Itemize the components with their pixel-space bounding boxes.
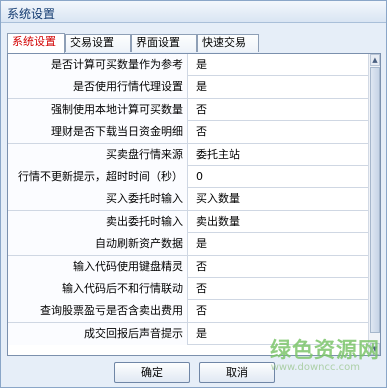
tab-label: 快速交易 — [202, 36, 246, 49]
title-bar[interactable]: 系统设置 — [1, 1, 386, 23]
setting-label: 买入委托时输入 — [8, 188, 188, 211]
setting-label: 自动刷新资产数据 — [8, 233, 188, 256]
setting-label: 是否使用行情代理设置 — [8, 76, 188, 99]
setting-row: 自动刷新资产数据是 — [8, 233, 370, 256]
setting-row: 输入代码后不和行情联动否 — [8, 277, 370, 301]
setting-row: 行情不更新提示，超时时间（秒） 0 — [8, 165, 370, 189]
setting-value[interactable]: 是 — [189, 323, 370, 345]
setting-value[interactable]: 0 — [189, 166, 370, 188]
setting-row: 买入委托时输入 买入数量 — [8, 188, 370, 211]
setting-label: 查询股票盈亏是否含卖出费用 — [8, 300, 188, 323]
window-title: 系统设置 — [7, 7, 56, 21]
settings-grid: 是否计算可买数量作为参考是 是否使用行情代理设置是 强制使用本地计算可买数量否 … — [8, 54, 370, 346]
setting-row: 查询股票盈亏是否含卖出费用否 — [8, 300, 370, 323]
setting-label: 成交回报后声音提示 — [8, 322, 188, 345]
tab-trade-settings[interactable]: 交易设置 — [65, 34, 131, 52]
scroll-up-arrow-icon[interactable]: ▲ — [370, 54, 380, 66]
tab-bar: 系统设置 交易设置 界面设置 快速交易 — [7, 33, 382, 53]
tab-label: 界面设置 — [136, 36, 180, 49]
settings-dialog: 系统设置 系统设置 交易设置 界面设置 快速交易 是否计算可买数量作为参考是 是… — [0, 0, 387, 388]
setting-value[interactable]: 否 — [189, 99, 370, 121]
setting-value[interactable]: 是 — [189, 233, 370, 255]
tab-system-settings[interactable]: 系统设置 — [7, 33, 65, 53]
setting-label: 输入代码使用键盘精灵 — [8, 255, 188, 278]
setting-value[interactable]: 否 — [189, 300, 370, 322]
setting-value[interactable]: 否 — [189, 121, 370, 143]
setting-label: 买卖盘行情来源 — [8, 143, 188, 166]
tab-interface-settings[interactable]: 界面设置 — [131, 34, 197, 52]
setting-value[interactable]: 卖出数量 — [189, 211, 370, 233]
tab-label: 交易设置 — [70, 36, 114, 49]
scrollbar-thumb[interactable] — [370, 67, 380, 333]
setting-value[interactable]: 买入数量 — [189, 188, 370, 210]
setting-label: 输入代码后不和行情联动 — [8, 277, 188, 300]
setting-label: 强制使用本地计算可买数量 — [8, 98, 188, 121]
setting-value[interactable]: 否 — [189, 256, 370, 278]
setting-row: 成交回报后声音提示是 — [8, 322, 370, 346]
watermark-url: www.downcc.com — [270, 362, 360, 373]
setting-value[interactable]: 是 — [189, 76, 370, 98]
vertical-scrollbar[interactable]: ▲ ▼ — [368, 54, 380, 355]
setting-label: 理财是否下载当日资金明细 — [8, 121, 188, 144]
setting-row: 理财是否下载当日资金明细否 — [8, 121, 370, 144]
scroll-down-arrow-icon[interactable]: ▼ — [370, 343, 380, 355]
setting-row: 是否使用行情代理设置是 — [8, 76, 370, 99]
setting-value[interactable]: 否 — [189, 278, 370, 300]
settings-panel: 是否计算可买数量作为参考是 是否使用行情代理设置是 强制使用本地计算可买数量否 … — [7, 53, 381, 356]
setting-label: 卖出委托时输入 — [8, 210, 188, 233]
setting-row: 卖出委托时输入 卖出数量 — [8, 210, 370, 234]
setting-row: 买卖盘行情来源 委托主站 — [8, 143, 370, 166]
tab-label: 系统设置 — [12, 35, 56, 48]
setting-value[interactable]: 是 — [189, 54, 370, 76]
setting-label: 行情不更新提示，超时时间（秒） — [8, 165, 188, 188]
setting-row: 输入代码使用键盘精灵否 — [8, 255, 370, 278]
setting-row: 强制使用本地计算可买数量否 — [8, 98, 370, 122]
setting-value[interactable]: 委托主站 — [189, 144, 370, 166]
ok-button[interactable]: 确定 — [114, 362, 190, 383]
cancel-button[interactable]: 取消 — [199, 362, 275, 383]
setting-row: 是否计算可买数量作为参考是 — [8, 54, 370, 77]
setting-label: 是否计算可买数量作为参考 — [8, 54, 188, 76]
tab-quick-trade[interactable]: 快速交易 — [197, 34, 259, 52]
